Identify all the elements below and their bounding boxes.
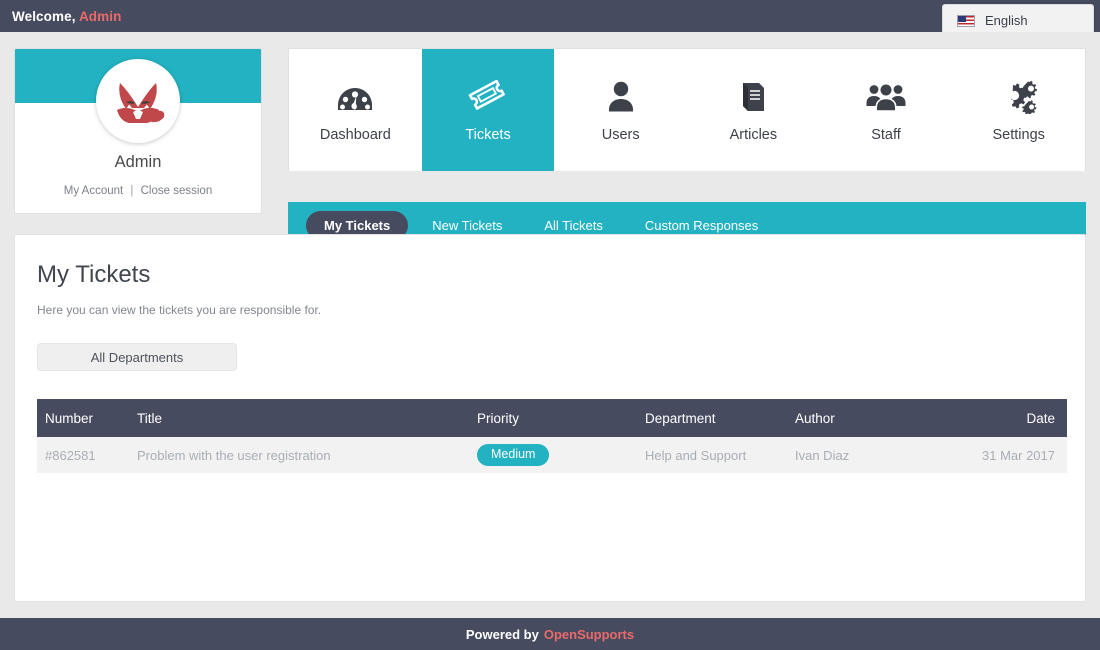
profile-name: Admin xyxy=(15,153,261,172)
column-header-priority[interactable]: Priority xyxy=(469,399,637,437)
nav-label-dashboard: Dashboard xyxy=(320,128,391,143)
nav-label-articles: Articles xyxy=(730,128,778,143)
nav-tab-tickets[interactable]: Tickets xyxy=(422,49,555,171)
table-header-row: Number Title Priority Department Author … xyxy=(37,399,1067,437)
column-header-department[interactable]: Department xyxy=(637,399,787,437)
nav-label-users: Users xyxy=(602,128,640,143)
welcome-prefix: Welcome, xyxy=(12,9,76,24)
nav-tab-users[interactable]: Users xyxy=(554,49,687,171)
department-filter-button[interactable]: All Departments xyxy=(37,343,237,371)
nav-tab-staff[interactable]: Staff xyxy=(820,49,953,171)
profile-links: My Account | Close session xyxy=(15,185,261,197)
tickets-table: Number Title Priority Department Author … xyxy=(37,399,1067,473)
cell-priority: Medium xyxy=(469,437,637,473)
footer-powered-by: Powered by xyxy=(466,627,539,642)
gears-icon xyxy=(1000,78,1038,114)
language-label: English xyxy=(985,13,1028,28)
cell-author: Ivan Diaz xyxy=(787,437,947,473)
content-panel: My Tickets Here you can view the tickets… xyxy=(14,234,1086,602)
column-header-title[interactable]: Title xyxy=(129,399,469,437)
column-header-date[interactable]: Date xyxy=(947,399,1067,437)
us-flag-icon xyxy=(957,15,975,27)
nav-tab-settings[interactable]: Settings xyxy=(952,49,1085,171)
nav-label-staff: Staff xyxy=(871,128,901,143)
footer: Powered by OpenSupports xyxy=(0,618,1100,650)
gauge-icon xyxy=(337,78,373,114)
cell-date: 31 Mar 2017 xyxy=(947,437,1067,473)
nav-tab-articles[interactable]: Articles xyxy=(687,49,820,171)
column-header-number[interactable]: Number xyxy=(37,399,129,437)
my-account-link[interactable]: My Account xyxy=(64,185,123,197)
tickets-table-body: #862581 Problem with the user registrati… xyxy=(37,437,1067,473)
close-session-link[interactable]: Close session xyxy=(141,185,213,197)
page-title: My Tickets xyxy=(37,261,150,289)
page-body: Admin My Account | Close session xyxy=(0,32,1100,618)
user-icon xyxy=(606,78,636,114)
fox-avatar-icon xyxy=(106,69,170,133)
table-row[interactable]: #862581 Problem with the user registrati… xyxy=(37,437,1067,473)
footer-brand-link[interactable]: OpenSupports xyxy=(544,627,634,642)
people-group-icon xyxy=(866,78,906,114)
cell-department: Help and Support xyxy=(637,437,787,473)
nav-label-settings: Settings xyxy=(992,128,1044,143)
book-icon xyxy=(737,78,769,114)
nav-tab-dashboard[interactable]: Dashboard xyxy=(289,49,422,171)
cell-number: #862581 xyxy=(37,437,129,473)
welcome-message: Welcome, Admin xyxy=(12,9,121,24)
nav-label-tickets: Tickets xyxy=(465,128,510,143)
welcome-username: Admin xyxy=(79,9,122,24)
avatar[interactable] xyxy=(96,59,180,143)
page-description: Here you can view the tickets you are re… xyxy=(37,303,321,317)
top-bar: Welcome, Admin xyxy=(0,0,1100,32)
status-badge: Medium xyxy=(477,444,549,466)
main-navigation: Dashboard Tickets xyxy=(288,48,1086,171)
ticket-icon xyxy=(468,78,508,114)
profile-card: Admin My Account | Close session xyxy=(14,48,262,214)
tickets-table-header: Number Title Priority Department Author … xyxy=(37,399,1067,437)
column-header-author[interactable]: Author xyxy=(787,399,947,437)
department-filter-label: All Departments xyxy=(91,350,183,365)
cell-title: Problem with the user registration xyxy=(129,437,469,473)
links-separator: | xyxy=(130,185,133,197)
